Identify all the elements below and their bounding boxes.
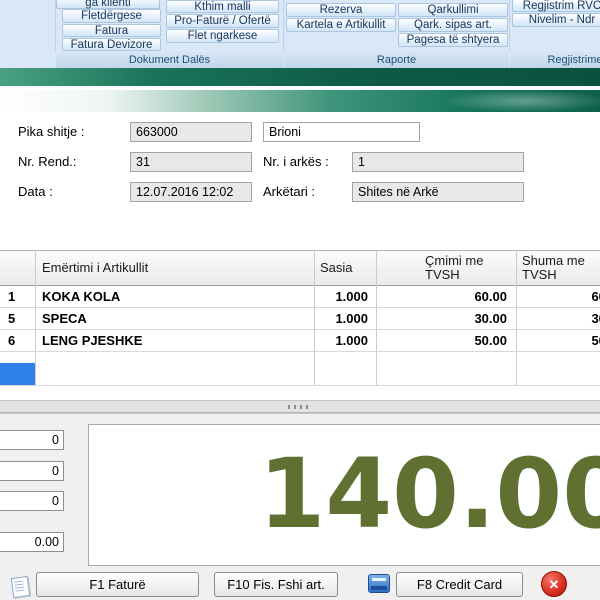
close-icon: ✕ xyxy=(549,578,560,591)
pos-name-field[interactable]: Brioni xyxy=(263,122,420,142)
ribbon-group-separator xyxy=(509,0,510,51)
ribbon-button-fatura-devizore[interactable]: Fatura Devizore xyxy=(62,38,161,51)
item-price: 60.00 xyxy=(376,286,507,307)
f8-credit-card-button[interactable]: F8 Credit Card xyxy=(396,572,523,597)
ribbon-group-label-dokument-dales: Dokument Dalës xyxy=(56,52,283,68)
mini-total-field-4[interactable]: 0.00 xyxy=(0,532,64,552)
ribbon-button-pagesa-shtyera[interactable]: Pagesa të shtyera xyxy=(398,33,508,47)
ribbon-button-pro-fature-oferte[interactable]: Pro-Faturë / Ofertë xyxy=(166,14,279,28)
ribbon-button-flet-ngarkese[interactable]: Flet ngarkese xyxy=(166,29,279,43)
ribbon-button-qarkullimi[interactable]: Qarkullimi xyxy=(398,3,508,17)
item-price: 50.00 xyxy=(376,330,507,351)
ribbon-group-separator xyxy=(283,0,284,51)
pos-code-label: Pika shitje : xyxy=(18,122,84,142)
ribbon-button-fletdergese[interactable]: Fletdërgese xyxy=(62,9,161,23)
item-name: SPECA xyxy=(42,308,87,329)
mini-total-field-2[interactable]: 0 xyxy=(0,461,64,481)
item-code: 6 xyxy=(8,330,15,351)
ribbon-button-kartela-artikullit[interactable]: Kartela e Artikullit xyxy=(286,18,396,32)
ribbon-button-rezerva[interactable]: Rezerva xyxy=(286,3,396,17)
ribbon-group-label-raporte: Raporte xyxy=(284,52,509,68)
table-header-name: Emërtimi i Artikullit xyxy=(42,251,148,285)
item-qty: 1.000 xyxy=(314,286,368,307)
table-header-sum: Shuma me TVSH xyxy=(522,251,592,285)
ribbon-toolbar: ga klienti Fletdërgese Fatura Fatura Dev… xyxy=(0,0,600,68)
banner-swoosh xyxy=(410,84,600,118)
ribbon-button-nivelim[interactable]: Nivelim - Ndr xyxy=(512,13,600,27)
ribbon-button-kthim-malli[interactable]: Kthim malli xyxy=(166,0,279,13)
items-table-header: Emërtimi i Artikullit Sasia Çmimi me TVS… xyxy=(0,250,600,286)
cashier-label: Arkëtari : xyxy=(263,182,315,202)
receipt-icon xyxy=(11,576,31,598)
item-price: 30.00 xyxy=(376,308,507,329)
ribbon-button-regjistrim-rvc[interactable]: Regjistrim RVC xyxy=(512,0,600,12)
f10-delete-article-button[interactable]: F10 Fis. Fshi art. xyxy=(214,572,338,597)
item-code: 1 xyxy=(8,286,15,307)
register-number-label: Nr. i arkës : xyxy=(263,152,329,172)
close-button[interactable]: ✕ xyxy=(541,571,567,597)
receipt-number-label: Nr. Rend.: xyxy=(18,152,77,172)
item-code: 5 xyxy=(8,308,15,329)
table-row[interactable]: 1 KOKA KOLA 1.000 60.00 60.00 xyxy=(0,286,600,308)
item-name: KOKA KOLA xyxy=(42,286,120,307)
ribbon-button-qark-sipas-art[interactable]: Qark. sipas art. xyxy=(398,18,508,32)
horizontal-splitter[interactable] xyxy=(0,400,600,413)
splitter-grip-icon xyxy=(288,405,312,409)
mini-total-field-3[interactable]: 0 xyxy=(0,491,64,511)
table-row[interactable]: 6 LENG PJESHKE 1.000 50.00 50.00 xyxy=(0,330,600,352)
receipt-number-field[interactable]: 31 xyxy=(130,152,252,172)
item-sum: 50.00 xyxy=(516,330,600,351)
date-field[interactable]: 12.07.2016 12:02 xyxy=(130,182,252,202)
item-sum: 30.00 xyxy=(516,308,600,329)
mini-total-field-1[interactable]: 0 xyxy=(0,430,64,450)
item-name: LENG PJESHKE xyxy=(42,330,142,351)
pos-code-field[interactable]: 663000 xyxy=(130,122,252,142)
f1-invoice-button[interactable]: F1 Faturë xyxy=(36,572,199,597)
item-qty: 1.000 xyxy=(314,308,368,329)
table-row-new[interactable] xyxy=(0,363,600,386)
ribbon-group-separator xyxy=(55,0,56,51)
cashier-field[interactable]: Shites në Arkë xyxy=(352,182,524,202)
register-number-field[interactable]: 1 xyxy=(352,152,524,172)
date-label: Data : xyxy=(18,182,53,202)
item-sum: 60.00 xyxy=(516,286,600,307)
ribbon-group-label-regjistrime: Regjistrime xyxy=(510,52,600,68)
ribbon-button-fatura[interactable]: Fatura xyxy=(62,24,161,37)
table-header-qty: Sasia xyxy=(320,251,353,285)
table-row[interactable]: 5 SPECA 1.000 30.00 30.00 xyxy=(0,308,600,330)
card-terminal-icon xyxy=(368,574,390,593)
table-header-price: Çmimi me TVSH xyxy=(425,251,495,285)
item-qty: 1.000 xyxy=(314,330,368,351)
brand-banner xyxy=(0,90,600,112)
grand-total-display: 140.00 xyxy=(88,424,600,566)
selected-cell[interactable] xyxy=(0,363,35,385)
ribbon-partial-button[interactable]: ga klienti xyxy=(56,0,160,9)
